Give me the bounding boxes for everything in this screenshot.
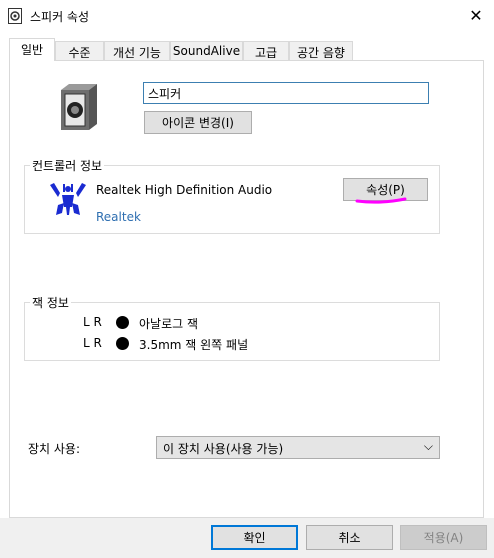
ok-button[interactable]: 확인 xyxy=(211,525,298,550)
speaker-device-icon xyxy=(61,84,97,130)
speaker-properties-icon xyxy=(8,8,22,24)
title-bar: 스피커 속성 ✕ xyxy=(0,0,494,31)
realtek-logo xyxy=(50,183,86,215)
tab-spatial-sound[interactable]: 공간 음향 xyxy=(289,41,353,60)
device-usage-value: 이 장치 사용(사용 가능) xyxy=(163,442,284,456)
cancel-button[interactable]: 취소 xyxy=(306,525,393,550)
tab-enhancements[interactable]: 개선 기능 xyxy=(104,41,170,60)
jack-dot-icon xyxy=(116,316,129,329)
controller-info-label: 컨트롤러 정보 xyxy=(30,157,105,174)
jack-info-label: 잭 정보 xyxy=(30,294,71,311)
annotation-underline xyxy=(355,197,407,204)
jack-location-label: 3.5mm 잭 왼쪽 패널 xyxy=(139,338,249,352)
tab-general[interactable]: 일반 xyxy=(9,38,55,61)
tab-levels[interactable]: 수준 xyxy=(55,41,104,60)
controller-name: Realtek High Definition Audio xyxy=(96,183,273,197)
chevron-down-icon: ⌵ xyxy=(423,439,433,453)
tab-soundalive[interactable]: SoundAlive xyxy=(170,41,243,60)
jack-lr-label: L R xyxy=(83,336,102,350)
window-title: 스피커 속성 xyxy=(30,10,90,24)
device-usage-label: 장치 사용: xyxy=(28,442,81,456)
tab-advanced[interactable]: 고급 xyxy=(243,41,289,60)
close-icon[interactable]: ✕ xyxy=(458,0,494,31)
change-icon-button[interactable]: 아이콘 변경(I) xyxy=(144,111,252,134)
jack-lr-label: L R xyxy=(83,315,102,329)
device-usage-select[interactable]: 이 장치 사용(사용 가능) ⌵ xyxy=(156,436,440,459)
apply-button[interactable]: 적용(A) xyxy=(400,525,487,550)
jack-dot-icon xyxy=(116,337,129,350)
jack-type-label: 아날로그 잭 xyxy=(139,317,199,331)
device-name-input[interactable] xyxy=(143,82,429,104)
controller-vendor-link[interactable]: Realtek xyxy=(96,210,141,224)
